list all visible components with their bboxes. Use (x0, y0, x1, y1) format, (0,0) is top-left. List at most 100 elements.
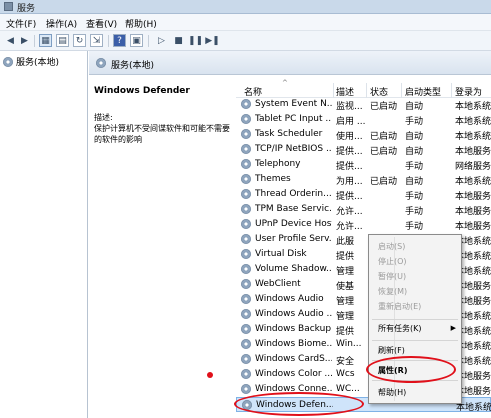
tree-item-services-local[interactable]: 服务(本地) (3, 55, 59, 68)
cell-logon: 本地服务 (455, 192, 491, 202)
column-divider[interactable] (401, 83, 402, 98)
title-bar: 服务 (0, 0, 491, 14)
service-gear-icon (241, 324, 251, 334)
menu-file[interactable]: 文件(F) (6, 17, 36, 30)
menu-item-stop[interactable]: 停止(O) (378, 256, 407, 267)
table-row[interactable]: Task Scheduler 使用... 已启动 自动 本地系统 (236, 127, 491, 142)
stop-service-icon[interactable]: ■ (172, 34, 185, 47)
cell-status: 已启动 (370, 177, 398, 187)
service-gear-icon (241, 144, 251, 154)
cell-name: Telephony (255, 159, 301, 169)
cell-desc: 此服 (336, 237, 355, 247)
cell-logon: 本地系统 (455, 102, 491, 112)
menu-help[interactable]: 帮助(H) (125, 17, 157, 30)
table-row[interactable]: UPnP Device Host 允许... 手动 本地服务 (236, 217, 491, 232)
table-row[interactable]: Thread Orderin... 提供... 手动 本地服务 (236, 187, 491, 202)
restart-service-icon[interactable]: ▶❚ (205, 34, 219, 47)
cell-desc: 启用 ... (336, 117, 366, 127)
back-arrow-icon[interactable]: ◀ (4, 34, 17, 47)
toolbar-separator (34, 35, 35, 47)
service-gear-icon (241, 234, 251, 244)
cell-desc: 允许... (336, 222, 363, 232)
cell-name: UPnP Device Host (255, 219, 332, 229)
cell-desc: 管理 (336, 312, 355, 322)
service-gear-icon (241, 294, 251, 304)
cell-desc: 管理 (336, 267, 355, 277)
table-row[interactable]: TCP/IP NetBIOS ... 提供... 已启动 自动 本地服务 (236, 142, 491, 157)
cell-logon: 本地系统 (455, 117, 491, 127)
cell-name: Windows Backup (255, 324, 332, 334)
cell-name: Windows Color ... (255, 369, 332, 379)
services-gear-icon (96, 58, 106, 68)
menu-bar: 文件(F) 操作(A) 查看(V) 帮助(H) (0, 14, 491, 31)
annotation-dot (207, 372, 213, 378)
cell-logon: 本地服务 (455, 222, 491, 232)
cell-name: Thread Orderin... (255, 189, 332, 199)
forward-arrow-icon[interactable]: ▶ (18, 34, 31, 47)
cell-desc: 管理 (336, 297, 355, 307)
column-divider[interactable] (333, 83, 334, 98)
table-row[interactable]: Telephony 提供... 手动 网络服务 (236, 157, 491, 172)
cell-name: Windows Audio ... (255, 309, 332, 319)
help-icon[interactable]: ? (113, 34, 126, 47)
start-service-icon[interactable]: ▷ (155, 34, 168, 47)
console-tree-icon[interactable]: ▦ (39, 34, 52, 47)
table-row[interactable]: Tablet PC Input ... 启用 ... 手动 本地系统 (236, 112, 491, 127)
cell-name: Virtual Disk (255, 249, 307, 259)
service-gear-icon (241, 99, 251, 109)
header-title: 服务(本地) (111, 61, 155, 71)
service-gear-icon (241, 219, 251, 229)
export-icon[interactable]: ⇲ (90, 34, 103, 47)
cell-name: TCP/IP NetBIOS ... (255, 144, 332, 154)
pause-service-icon[interactable]: ❚❚ (188, 34, 203, 47)
menu-item-restart[interactable]: 重新启动(E) (378, 301, 421, 312)
cell-desc: 为用... (336, 177, 363, 187)
cell-desc: 提供... (336, 162, 363, 172)
service-gear-icon (241, 189, 251, 199)
annotation-circle-properties (366, 356, 456, 383)
description-label: 描述: (94, 113, 113, 122)
menu-separator (372, 319, 458, 320)
table-row[interactable]: Themes 为用... 已启动 自动 本地系统 (236, 172, 491, 187)
properties-icon[interactable]: ▣ (130, 34, 143, 47)
console-tree-pane: 服务(本地) (0, 51, 88, 418)
cell-logon: 本地服务 (455, 207, 491, 217)
cell-desc: 提供 (336, 327, 355, 337)
menu-item-start[interactable]: 启动(S) (378, 241, 405, 252)
cell-desc: Win... (336, 339, 362, 349)
window-title: 服务 (17, 4, 36, 14)
cell-desc: 安全 (336, 357, 355, 367)
column-divider[interactable] (366, 83, 367, 98)
refresh-icon[interactable]: ↻ (73, 34, 86, 47)
service-gear-icon (241, 129, 251, 139)
service-gear-icon (241, 339, 251, 349)
cell-name: User Profile Serv... (255, 234, 332, 244)
table-row[interactable]: TPM Base Servic... 允许... 手动 本地服务 (236, 202, 491, 217)
cell-desc: 使基 (336, 282, 355, 292)
service-gear-icon (241, 354, 251, 364)
menu-item-all-tasks[interactable]: 所有任务(K) (378, 323, 422, 334)
list-view-icon[interactable]: ▤ (56, 34, 69, 47)
table-row[interactable]: System Event N... 监视... 已启动 自动 本地系统 (236, 97, 491, 112)
annotation-circle-defender (234, 392, 364, 416)
menu-view[interactable]: 查看(V) (86, 17, 117, 30)
service-gear-icon (241, 384, 251, 394)
cell-status: 已启动 (370, 147, 398, 157)
cell-desc: Wcs (336, 369, 355, 379)
cell-name: Windows Audio (255, 294, 324, 304)
toolbar-separator (148, 35, 149, 47)
cell-startup: 手动 (405, 117, 424, 127)
cell-name: Windows CardS... (255, 354, 332, 364)
services-app-icon (4, 2, 13, 11)
cell-name: Volume Shadow... (255, 264, 332, 274)
cell-startup: 手动 (405, 162, 424, 172)
menu-action[interactable]: 操作(A) (46, 17, 77, 30)
cell-startup: 自动 (405, 147, 424, 157)
extended-description-pane: Windows Defender 描述: 保护计算机不受间谍软件和可能不需要的软… (89, 75, 236, 418)
menu-item-pause[interactable]: 暂停(U) (378, 271, 406, 282)
column-divider[interactable] (451, 83, 452, 98)
menu-item-help[interactable]: 帮助(H) (378, 387, 406, 398)
submenu-arrow-icon: ▶ (450, 324, 456, 332)
menu-item-refresh[interactable]: 刷新(F) (378, 345, 405, 356)
menu-item-resume[interactable]: 恢复(M) (378, 286, 407, 297)
